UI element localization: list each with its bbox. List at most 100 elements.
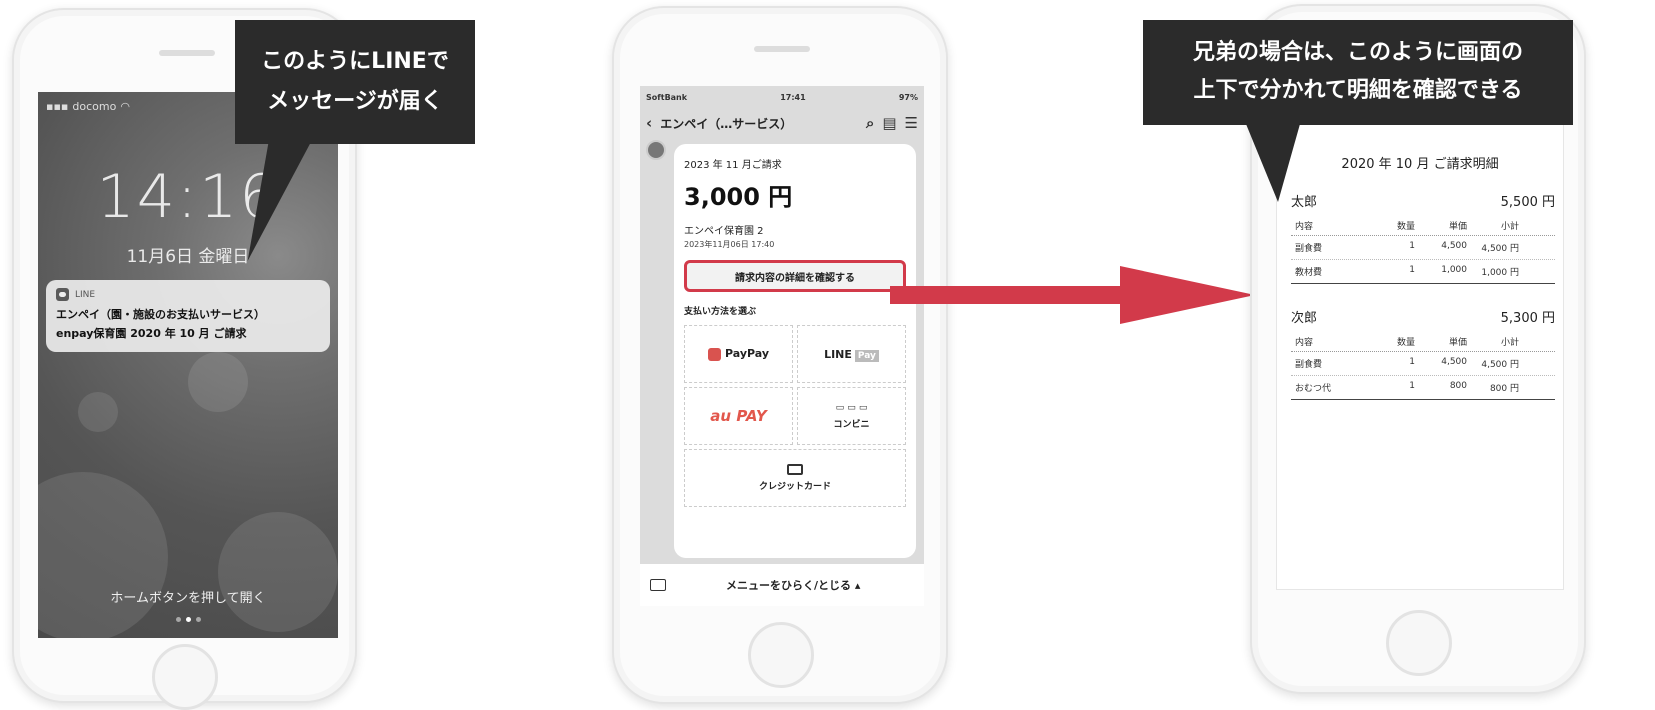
sibling-total: 5,500 円 [1500, 195, 1555, 210]
line-app-icon [56, 288, 69, 301]
cell-item: おむつ代 [1295, 384, 1332, 394]
pay-method-label: 支払い方法を選ぶ [684, 307, 757, 317]
line-chat-screen: SoftBank 17:41 97% ‹ エンペイ（…サービス） ⌕ ▤ ☰ 2… [640, 86, 924, 606]
col-item: 内容 [1295, 222, 1314, 232]
notification-body: enpay保育園 2020 年 10 月 ご請求 [56, 327, 247, 340]
arrow-shaft [890, 286, 1130, 304]
cell-price: 4,500 [1441, 241, 1467, 251]
signal-icon: ▪▪▪ [46, 100, 69, 113]
cell-qty: 1 [1409, 241, 1415, 251]
chat-footer: メニューをひらく/とじる ▴ [640, 564, 924, 606]
bokeh [38, 472, 168, 638]
callout-tail [1246, 124, 1300, 202]
search-icon[interactable]: ⌕ [866, 114, 874, 132]
statement-screen: 2020 年 10 月 ご請求明細 太郎 5,500 円 内容 数量 単価 小計… [1276, 80, 1564, 590]
keyboard-icon[interactable] [650, 579, 666, 591]
sibling-total: 5,300 円 [1500, 311, 1555, 326]
callout-line-2: メッセージが届く [267, 89, 443, 114]
cell-price: 4,500 [1441, 357, 1467, 367]
home-button[interactable] [152, 644, 218, 710]
home-button[interactable] [748, 622, 814, 688]
rich-menu-toggle[interactable]: メニューをひらく/とじる ▴ [726, 577, 860, 593]
table-header: 内容 数量 単価 小計 [1291, 332, 1555, 352]
invoice-school: エンペイ保育園 2 [684, 226, 764, 237]
arrow-head [1120, 266, 1255, 324]
speaker [159, 50, 215, 56]
linepay-row: LINE Pay [824, 347, 879, 362]
page-dot [195, 617, 201, 622]
table-header: 内容 数量 単価 小計 [1291, 216, 1555, 236]
paypay-row: PayPay [707, 347, 770, 361]
aupay-button[interactable]: au PAY [684, 387, 793, 445]
credit-card-button[interactable]: クレジットカード [684, 449, 906, 507]
credit-card-label: クレジットカード [758, 482, 831, 492]
callout-siblings: 兄弟の場合は、このように画面の 上下で分かれて明細を確認できる [1143, 20, 1573, 125]
table-row: 教材費 1 1,000 1,000 円 [1291, 260, 1555, 284]
chat-header: ‹ エンペイ（…サービス） ⌕ ▤ ☰ [640, 108, 924, 138]
home-button[interactable] [1386, 610, 1452, 676]
cell-item: 教材費 [1295, 268, 1323, 278]
statement-title: 2020 年 10 月 ご請求明細 [1341, 157, 1499, 172]
page-dot [175, 617, 181, 622]
aupay-label: au PAY [710, 407, 767, 425]
table-row: 副食費 1 4,500 4,500 円 [1291, 236, 1555, 260]
col-item: 内容 [1295, 338, 1314, 348]
col-price: 単価 [1448, 338, 1467, 348]
bokeh [188, 352, 248, 412]
cell-item: 副食費 [1295, 244, 1323, 254]
back-chevron-icon[interactable]: ‹ [646, 114, 652, 132]
notes-icon[interactable]: ▤ [882, 114, 896, 132]
payment-grid: PayPay LINE Pay au PAY ▭ ▭ ▭ コンビニ クレジットカー… [684, 325, 906, 507]
notification-app-row: LINE [56, 288, 320, 301]
cell-item: 副食費 [1295, 360, 1323, 370]
cell-subtotal: 4,500 円 [1481, 360, 1519, 370]
linepay-label: LINE [824, 347, 852, 361]
clock: 17:41 [780, 92, 806, 102]
notification-app-name: LINE [75, 289, 96, 300]
convenience-store-logos-icon: ▭ ▭ ▭ [835, 402, 868, 413]
paypay-icon [707, 347, 721, 361]
avatar[interactable] [646, 140, 666, 160]
col-qty: 数量 [1396, 222, 1415, 232]
cell-price: 800 [1449, 381, 1467, 391]
view-details-button[interactable]: 請求内容の詳細を確認する [684, 260, 906, 292]
callout-line-1: 兄弟の場合は、このように画面の [1192, 40, 1523, 65]
status-bar: SoftBank 17:41 97% [640, 86, 924, 108]
cell-subtotal: 1,000 円 [1481, 268, 1519, 278]
invoice-month: 2023 年 11 月ご請求 [684, 160, 782, 171]
col-subtotal: 小計 [1500, 222, 1519, 232]
linepay-pay-badge: Pay [854, 349, 879, 362]
lock-date: 11月6日 金曜日 [126, 247, 250, 267]
sibling-header: 次郎 5,300 円 [1291, 307, 1555, 332]
cell-qty: 1 [1409, 357, 1415, 367]
table-row: 副食費 1 4,500 4,500 円 [1291, 352, 1555, 376]
sibling-section: 次郎 5,300 円 内容 数量 単価 小計 副食費 1 4,500 4,500… [1291, 307, 1555, 400]
line-notification[interactable]: LINE エンペイ（園・施設のお支払いサービス） enpay保育園 2020 年… [46, 280, 330, 352]
cell-qty: 1 [1409, 265, 1415, 275]
table-row: おむつ代 1 800 800 円 [1291, 376, 1555, 400]
paypay-label: PayPay [724, 347, 770, 361]
bokeh [78, 392, 118, 432]
cell-subtotal: 4,500 円 [1481, 244, 1519, 254]
callout-line-message: このようにLINEで メッセージが届く [235, 20, 475, 144]
credit-card-icon [787, 464, 803, 475]
konbini-button[interactable]: ▭ ▭ ▭ コンビニ [797, 387, 906, 445]
sibling-header: 太郎 5,500 円 [1291, 191, 1555, 216]
invoice-amount: 3,000 円 [684, 183, 793, 211]
invoice-card: 2023 年 11 月ご請求 3,000 円 エンペイ保育園 2 2023年11… [674, 144, 916, 558]
cell-price: 1,000 [1441, 265, 1467, 275]
carrier-label: SoftBank [646, 92, 688, 102]
red-arrow-icon [890, 266, 1255, 324]
col-subtotal: 小計 [1500, 338, 1519, 348]
callout-line-1: このようにLINEで [261, 49, 449, 74]
sibling-section: 太郎 5,500 円 内容 数量 単価 小計 副食費 1 4,500 4,500… [1291, 191, 1555, 284]
page-dots [38, 617, 338, 622]
paypay-button[interactable]: PayPay [684, 325, 793, 383]
menu-icon[interactable]: ☰ [905, 114, 918, 132]
bokeh [218, 512, 338, 632]
col-price: 単価 [1448, 222, 1467, 232]
unlock-hint: ホームボタンを押して開く [110, 591, 266, 606]
konbini-label: コンビニ [833, 419, 870, 430]
chat-title: エンペイ（…サービス） [660, 116, 793, 131]
cell-subtotal: 800 円 [1489, 384, 1519, 394]
